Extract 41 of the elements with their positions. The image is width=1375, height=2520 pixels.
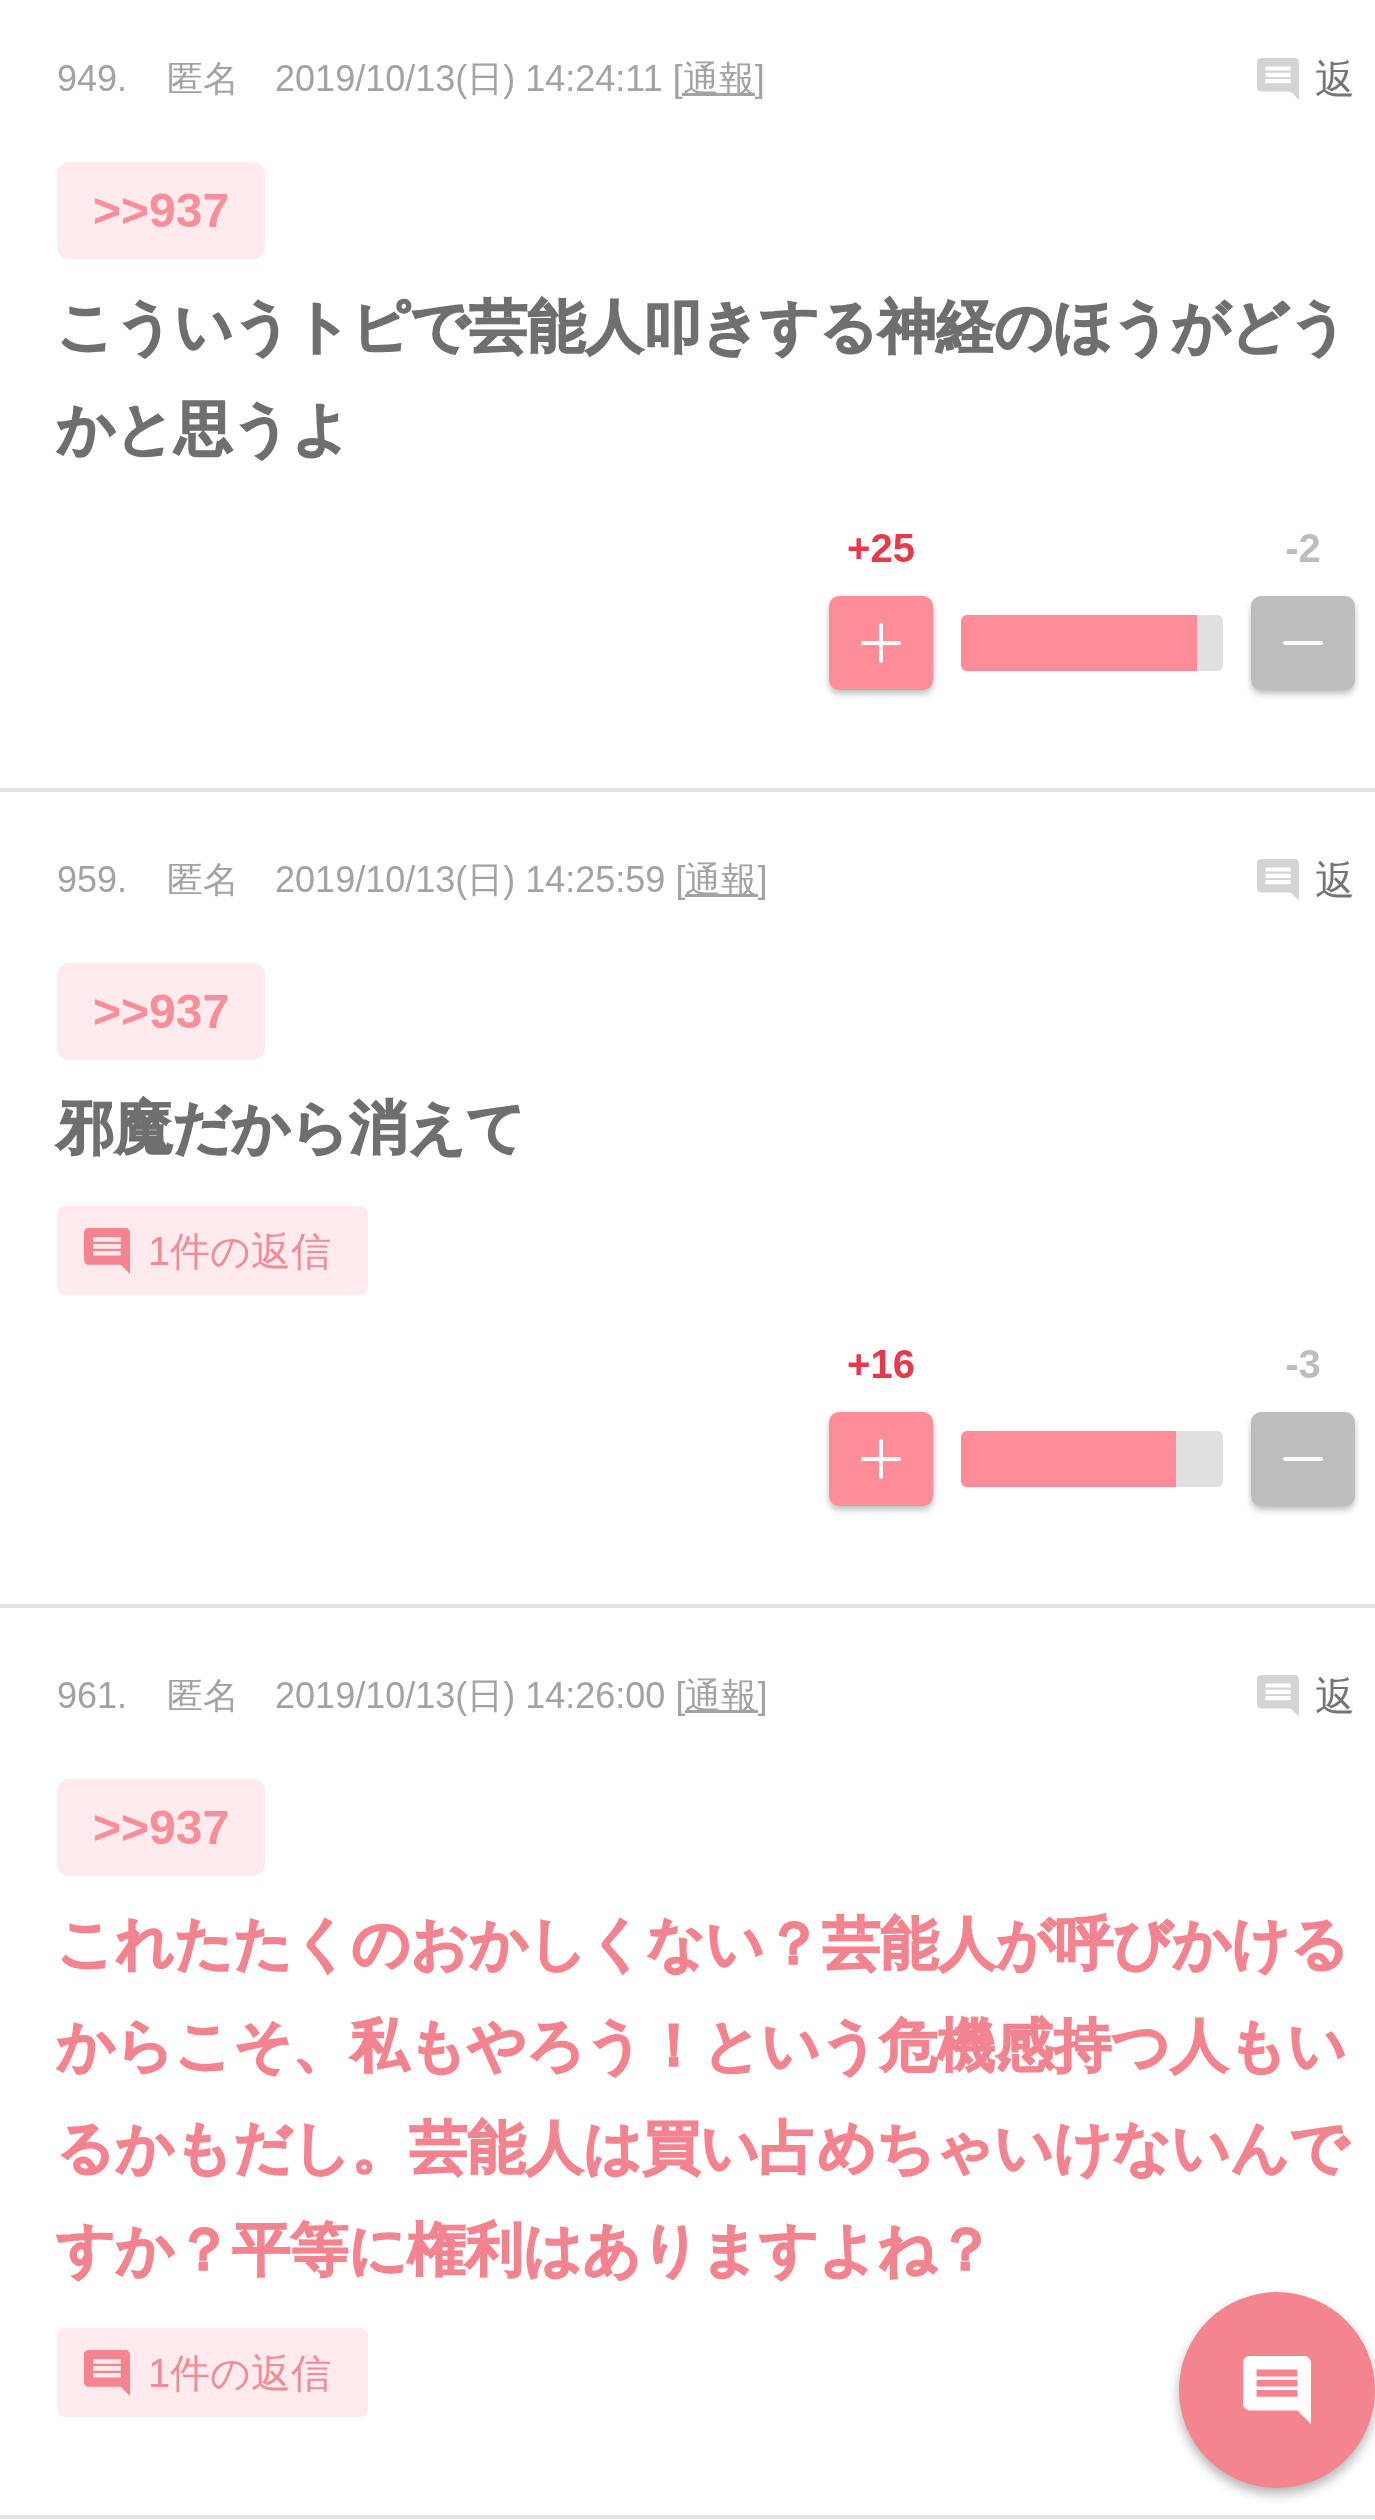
plus-icon	[861, 623, 901, 663]
downvote-count: -2	[1285, 525, 1321, 572]
replies-button[interactable]: 1件の返信	[57, 1206, 369, 1295]
upvote-count: +16	[847, 1341, 915, 1388]
post-date: 2019/10/13(日) 14:25:59	[275, 858, 666, 902]
minus-icon	[1283, 641, 1323, 645]
comment-icon	[1243, 2356, 1311, 2424]
comment-icon	[1257, 1675, 1299, 1717]
post-number: 961.	[57, 1674, 128, 1718]
quote-link[interactable]: >>937	[57, 963, 266, 1060]
post-number: 949.	[57, 57, 128, 101]
comment-icon	[84, 2349, 130, 2396]
post-date: 2019/10/13(日) 14:26:00	[275, 1674, 666, 1718]
author-name: 匿名	[167, 57, 240, 101]
author-name: 匿名	[167, 1674, 240, 1718]
upvote-button[interactable]	[829, 1412, 933, 1506]
replies-button[interactable]: 1件の返信	[57, 2328, 369, 2417]
plus-icon	[861, 1439, 901, 1479]
report-link[interactable]: [通報]	[675, 853, 768, 907]
downvote-count: -3	[1285, 1341, 1321, 1388]
minus-icon	[1283, 1457, 1323, 1461]
quote-link[interactable]: >>937	[57, 162, 266, 259]
comment-icon	[1257, 58, 1299, 100]
report-link[interactable]: [通報]	[675, 1669, 768, 1723]
post-number: 959.	[57, 858, 128, 902]
comment-icon	[84, 1227, 130, 1274]
quote-link[interactable]: >>937	[57, 1779, 266, 1876]
post-date: 2019/10/13(日) 14:24:11	[275, 57, 663, 101]
reply-button[interactable]: 返	[1257, 850, 1355, 910]
author-name: 匿名	[167, 858, 240, 902]
post-body: こういうトピで芸能人叩きする神経のほうがどうかと思うよ	[57, 292, 1350, 462]
post-body: これたたくのおかしくない？芸能人が呼びかけるからこそ、私もやろう！という危機感持つ人もいるかもだし。芸能人は買い占めちゃいけないんですか？平等に権利はありますよね？	[57, 1909, 1351, 2283]
reply-button[interactable]: 返	[1257, 1666, 1355, 1726]
report-link[interactable]: [通報]	[672, 52, 765, 106]
upvote-button[interactable]	[829, 596, 933, 690]
reply-button[interactable]: 返	[1257, 49, 1355, 109]
downvote-button[interactable]	[1251, 1412, 1355, 1506]
upvote-count: +25	[847, 525, 915, 572]
downvote-button[interactable]	[1251, 596, 1355, 690]
post-body: 邪魔だから消えて	[57, 1093, 527, 1161]
comment-icon	[1257, 859, 1299, 901]
